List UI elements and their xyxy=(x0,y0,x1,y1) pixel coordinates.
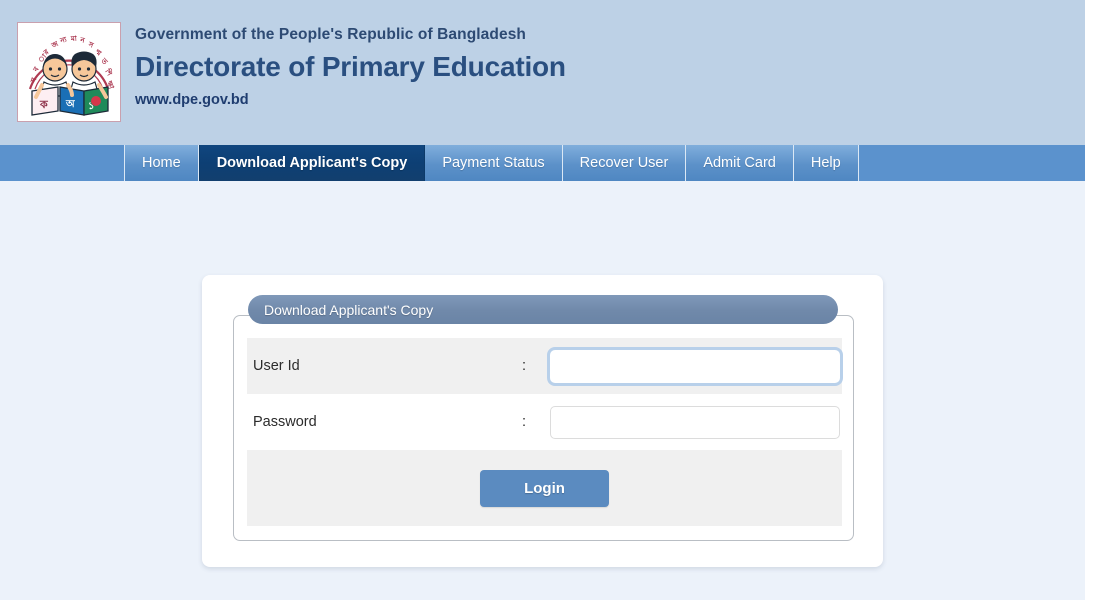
form-row-password: Password : xyxy=(247,394,842,450)
form-row-user-id: User Id : xyxy=(247,338,842,394)
nav-item-label: Admit Card xyxy=(703,154,776,171)
page-title: Directorate of Primary Education xyxy=(135,51,566,82)
nav-item-label: Help xyxy=(810,154,841,171)
dpe-logo: স ব া র জ ন্য মা ন স ম্ম ত শি ক্ষা ক অ ১ xyxy=(17,22,121,122)
user-id-input[interactable] xyxy=(550,349,840,383)
nav-item-admit-card[interactable]: Admit Card xyxy=(686,145,794,181)
nav-item-recover-user[interactable]: Recover User xyxy=(562,145,687,181)
login-fieldset: Download Applicant's Copy User Id : Pass… xyxy=(233,295,854,541)
header-text-block: Government of the People's Republic of B… xyxy=(135,25,1035,109)
nav-items: Home Download Applicant's Copy Payment S… xyxy=(124,145,859,181)
main-navigation: Home Download Applicant's Copy Payment S… xyxy=(0,145,1085,181)
nav-item-label: Recover User xyxy=(579,154,669,171)
nav-item-label: Payment Status xyxy=(442,154,545,171)
password-input-cell xyxy=(550,405,842,439)
panel-title-label: Download Applicant's Copy xyxy=(264,301,434,318)
user-id-separator: : xyxy=(522,357,527,374)
nav-item-download-applicants-copy[interactable]: Download Applicant's Copy xyxy=(198,145,426,181)
login-form: User Id : Password : Login xyxy=(247,338,842,526)
page-root: স ব া র জ ন্য মা ন স ম্ম ত শি ক্ষা ক অ ১… xyxy=(0,0,1094,600)
nav-item-help[interactable]: Help xyxy=(793,145,859,181)
user-id-input-cell xyxy=(550,349,842,383)
svg-text:ক: ক xyxy=(39,99,49,111)
nav-item-label: Download Applicant's Copy xyxy=(216,154,408,171)
login-button[interactable]: Login xyxy=(480,469,609,507)
user-id-label: User Id xyxy=(253,357,300,374)
form-row-submit: Login xyxy=(247,450,842,526)
nav-item-payment-status[interactable]: Payment Status xyxy=(425,145,563,181)
dpe-logo-icon: স ব া র জ ন্য মা ন স ম্ম ত শি ক্ষা ক অ ১ xyxy=(18,23,120,121)
panel-title: Download Applicant's Copy xyxy=(248,295,838,324)
content-area: Download Applicant's Copy User Id : Pass… xyxy=(0,181,1085,600)
login-card: Download Applicant's Copy User Id : Pass… xyxy=(202,275,883,567)
password-separator: : xyxy=(522,413,527,430)
password-input[interactable] xyxy=(550,405,840,439)
website-url: www.dpe.gov.bd xyxy=(135,92,249,108)
svg-text:অ: অ xyxy=(65,99,76,110)
site-header: স ব া র জ ন্য মা ন স ম্ম ত শি ক্ষা ক অ ১… xyxy=(0,0,1085,145)
nav-item-label: Home xyxy=(142,154,181,171)
government-line: Government of the People's Republic of B… xyxy=(135,26,526,43)
svg-text:১: ১ xyxy=(88,101,95,112)
password-label: Password xyxy=(253,413,317,430)
nav-item-home[interactable]: Home xyxy=(124,145,199,181)
